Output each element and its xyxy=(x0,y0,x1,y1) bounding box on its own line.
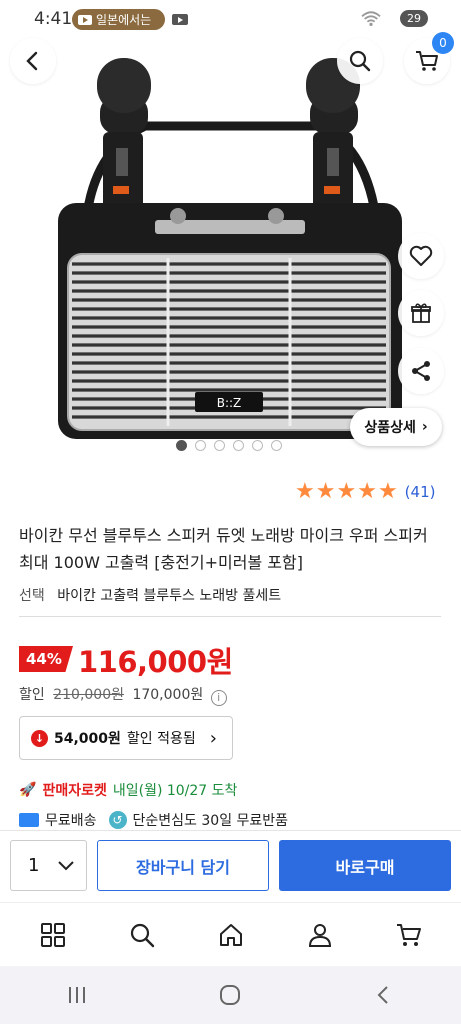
grid-icon xyxy=(40,922,65,947)
star-icon: ★ xyxy=(357,479,377,504)
coupon-amount: 54,000원 xyxy=(54,731,121,747)
nav-my-account[interactable] xyxy=(295,910,345,960)
notification-label: 일본에서는 xyxy=(96,13,152,27)
back-arrow-icon xyxy=(377,986,388,1004)
speaker-product-image: B::Z xyxy=(58,58,402,439)
product-title: 바이칸 무선 블루투스 스피커 듀엣 노래방 마이크 우퍼 스피커 최대 100… xyxy=(19,526,428,572)
share-button[interactable] xyxy=(398,348,444,394)
chevron-right-icon: › xyxy=(421,419,428,435)
truck-icon xyxy=(19,813,39,827)
search-icon xyxy=(349,50,371,72)
sale-label: 할인 xyxy=(19,687,45,703)
delivery-info: 🚀 판매자로켓 내일(월) 10/27 도착 xyxy=(19,780,237,800)
star-icon: ★ xyxy=(315,479,336,504)
discount-rate-badge: 44% xyxy=(19,646,73,672)
youtube-small-icon xyxy=(172,14,188,25)
quantity-select[interactable]: 1 xyxy=(10,840,87,891)
heart-icon xyxy=(409,245,433,266)
system-navigation-bar xyxy=(0,966,461,1024)
coupon-text: 할인 적용됨 xyxy=(126,731,196,747)
star-icon: ★ xyxy=(377,479,398,504)
rocket-icon: 🚀 xyxy=(19,782,37,798)
add-to-cart-button[interactable]: 장바구니 담기 xyxy=(97,840,269,891)
free-shipping: 무료배송 xyxy=(45,813,97,829)
sale-price: 170,000원 xyxy=(132,687,204,703)
system-home-button[interactable] xyxy=(200,975,260,1015)
wifi-icon xyxy=(361,11,381,27)
divider xyxy=(19,616,441,617)
youtube-notification-pill[interactable]: 일본에서는 xyxy=(72,9,165,30)
star-icon: ★ xyxy=(336,479,357,504)
star-icon: ★ xyxy=(295,479,315,504)
recent-apps-icon xyxy=(68,987,85,1003)
search-icon xyxy=(130,923,154,947)
status-time: 4:41 xyxy=(34,9,73,29)
chevron-down-icon xyxy=(58,860,75,870)
gift-button[interactable] xyxy=(398,290,444,336)
cart-button[interactable]: 0 xyxy=(404,32,454,84)
product-image-gallery[interactable]: B::Z 0 xyxy=(0,32,461,448)
quantity-value: 1 xyxy=(28,855,40,876)
product-rating[interactable]: ★ ★ ★ ★ ★ (41) xyxy=(295,481,435,503)
user-icon xyxy=(308,923,331,947)
final-price: 116,000원 xyxy=(78,645,233,679)
delivery-date: 내일(월) 10/27 도착 xyxy=(112,783,238,799)
return-policy: 단순변심도 30일 무료반품 xyxy=(132,813,289,829)
share-icon xyxy=(412,361,430,381)
original-price: 210,000원 xyxy=(53,687,124,703)
nav-home[interactable] xyxy=(206,910,256,960)
gift-icon xyxy=(411,303,431,323)
gallery-pagination xyxy=(176,440,282,451)
wishlist-button[interactable] xyxy=(398,233,444,279)
search-button[interactable] xyxy=(337,38,383,84)
cart-icon xyxy=(416,51,438,71)
pagination-dot[interactable] xyxy=(195,440,206,451)
chevron-left-icon xyxy=(26,51,38,71)
speaker-brand-text: B::Z xyxy=(217,396,242,410)
cart-icon xyxy=(396,923,421,946)
back-button[interactable] xyxy=(10,38,56,84)
rocket-label: 판매자로켓 xyxy=(42,783,107,799)
nav-cart[interactable] xyxy=(384,910,434,960)
pagination-dot[interactable] xyxy=(176,440,187,451)
detail-button-label: 상품상세 xyxy=(364,420,416,436)
system-back-button[interactable] xyxy=(354,975,414,1015)
option-value: 바이칸 고출력 블루투스 노래방 풀세트 xyxy=(57,588,282,604)
purchase-action-bar: 1 장바구니 담기 바로구매 xyxy=(0,830,461,902)
status-bar: 4:41 일본에서는 29 xyxy=(0,0,461,38)
selected-option[interactable]: 선택 바이칸 고출력 블루투스 노래방 풀세트 xyxy=(19,585,281,605)
nav-category[interactable] xyxy=(28,910,78,960)
chevron-right-icon: › xyxy=(209,727,217,749)
arrow-down-circle-icon: ↓ xyxy=(31,729,48,747)
battery-indicator: 29 xyxy=(400,10,428,27)
nav-search[interactable] xyxy=(117,910,167,960)
pagination-dot[interactable] xyxy=(233,440,244,451)
home-icon xyxy=(219,923,242,946)
bottom-navigation xyxy=(0,902,461,966)
recent-apps-button[interactable] xyxy=(47,975,107,1015)
pagination-dot[interactable] xyxy=(214,440,225,451)
return-icon: ↺ xyxy=(108,811,127,829)
pagination-dot[interactable] xyxy=(271,440,282,451)
option-label: 선택 xyxy=(19,588,45,604)
coupon-discount-button[interactable]: ↓ 54,000원 할인 적용됨 › xyxy=(19,716,233,760)
buy-now-button[interactable]: 바로구매 xyxy=(279,840,451,891)
info-icon[interactable]: i xyxy=(210,690,227,706)
pagination-dot[interactable] xyxy=(252,440,263,451)
rating-count[interactable]: (41) xyxy=(405,483,436,501)
home-circle-icon xyxy=(220,985,241,1005)
shipping-return-row: 무료배송 ↺ 단순변심도 30일 무료반품 xyxy=(19,810,288,830)
sale-price-line: 할인 210,000원 170,000원 i xyxy=(19,684,227,706)
cart-count-badge: 0 xyxy=(432,32,454,54)
product-detail-button[interactable]: 상품상세 › xyxy=(350,408,442,446)
youtube-icon xyxy=(78,14,92,25)
